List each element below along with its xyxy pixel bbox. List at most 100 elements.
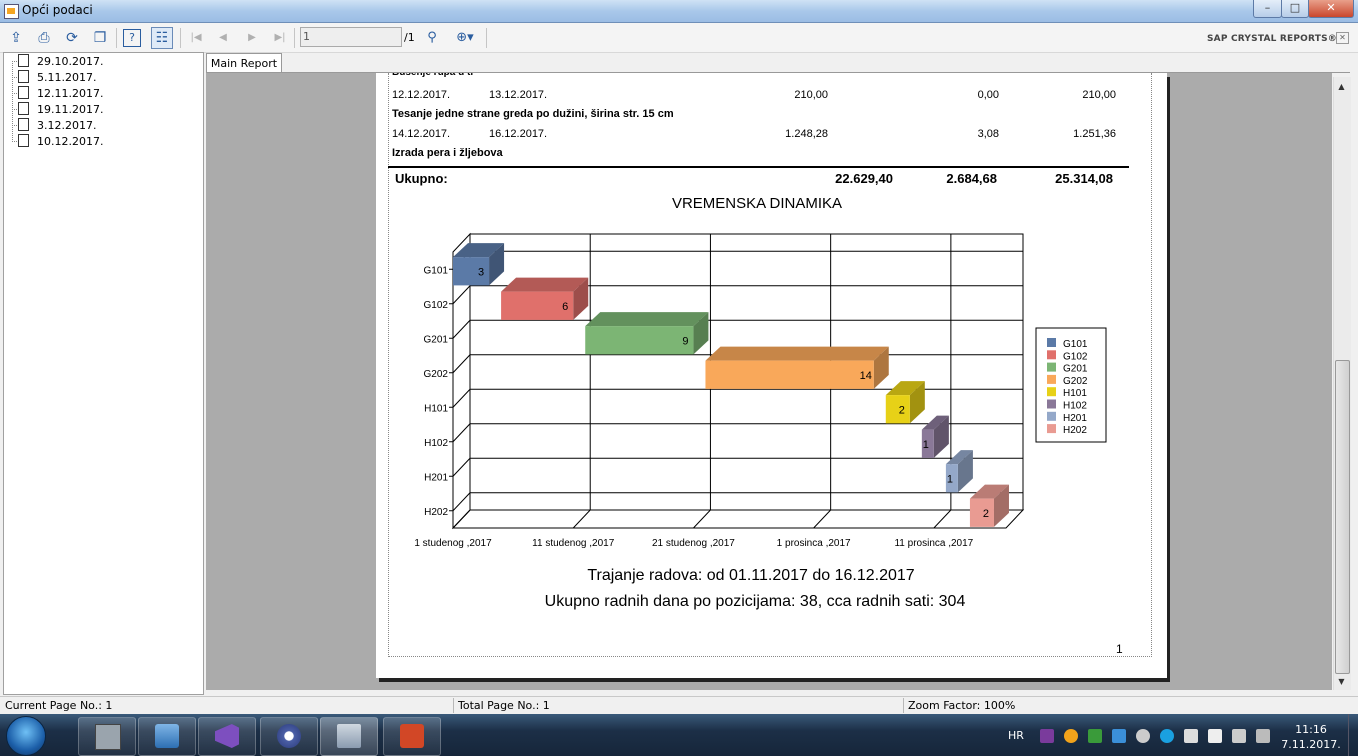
row-value: 1.248,28 bbox=[785, 128, 828, 140]
remote-desktop-icon bbox=[155, 724, 179, 748]
brand-label: SAP CRYSTAL REPORTS® bbox=[1207, 34, 1337, 44]
status-total-page: Total Page No.: 1 bbox=[458, 699, 550, 712]
export-icon[interactable]: ⇪ bbox=[6, 28, 26, 48]
copy-icon[interactable]: ❐ bbox=[90, 28, 110, 48]
chart-floor bbox=[451, 509, 1025, 529]
clock-date: 7.11.2017. bbox=[1281, 738, 1341, 751]
toolbar-separator bbox=[486, 28, 487, 48]
tree-item[interactable]: 5.11.2017. bbox=[18, 70, 96, 85]
page-number-input[interactable]: 1 bbox=[300, 27, 402, 47]
page-number: 1 bbox=[1116, 642, 1123, 656]
row-value: 1.251,36 bbox=[1073, 128, 1116, 140]
tree-item[interactable]: 3.12.2017. bbox=[18, 118, 96, 133]
legend-label: G202 bbox=[1063, 376, 1088, 387]
find-icon[interactable]: ⚲ bbox=[422, 28, 442, 48]
help-icon[interactable]: ? bbox=[123, 29, 141, 47]
onenote-icon[interactable] bbox=[1040, 729, 1054, 743]
network-icon[interactable] bbox=[1184, 729, 1198, 743]
bar-data-label: 6 bbox=[562, 301, 568, 313]
last-page-icon[interactable]: ▶| bbox=[270, 28, 290, 48]
tray-circle-icon[interactable] bbox=[1136, 729, 1150, 743]
legend-label: H202 bbox=[1063, 425, 1087, 436]
y-tick-label: H202 bbox=[424, 507, 448, 518]
tab-main-report[interactable]: Main Report bbox=[206, 53, 282, 73]
taskbar-app-media-center[interactable] bbox=[78, 717, 136, 756]
legend-label: G101 bbox=[1063, 339, 1088, 350]
legend-label: H201 bbox=[1063, 413, 1087, 424]
taskbar-app-installer[interactable] bbox=[320, 717, 378, 756]
legend-swatch bbox=[1047, 350, 1056, 360]
minimize-button[interactable]: – bbox=[1253, 0, 1282, 18]
app-icon[interactable] bbox=[4, 4, 19, 19]
row-description: Tesanje jedne strane greda po dužini, ši… bbox=[392, 108, 674, 120]
tree-item[interactable]: 10.12.2017. bbox=[18, 134, 103, 149]
legend-swatch bbox=[1047, 338, 1056, 347]
footer-workdays: Ukupno radnih dana po pozicijama: 38, cc… bbox=[544, 593, 966, 610]
taskbar-app-visual-studio[interactable] bbox=[198, 717, 256, 756]
scroll-thumb[interactable] bbox=[1335, 360, 1350, 674]
tree-item-label: 19.11.2017. bbox=[37, 103, 104, 116]
title-bar: Opći podaci – □ ✕ bbox=[0, 0, 1358, 23]
row-end-date: 13.12.2017. bbox=[489, 89, 548, 101]
page-total: /1 bbox=[404, 31, 415, 44]
next-page-icon[interactable]: ▶ bbox=[242, 28, 262, 48]
document-icon bbox=[18, 118, 29, 131]
row-start-date: 12.12.2017. bbox=[392, 89, 451, 101]
bar-data-label: 14 bbox=[860, 370, 872, 382]
tree-item[interactable]: 19.11.2017. bbox=[18, 102, 103, 117]
start-button[interactable] bbox=[6, 716, 46, 756]
gantt-chart: VREMENSKA DINAMIKA 1 studenog ,2017 11 st… bbox=[414, 195, 1107, 549]
taskbar-clock[interactable]: 11:16 7.11.2017. bbox=[1276, 722, 1346, 752]
tree-item[interactable]: 12.11.2017. bbox=[18, 86, 103, 101]
report-toolbar: ⇪ ⎙ ⟳ ❐ ? ☷ |◀ ◀ ▶ ▶| ⚲ ⊕▾ bbox=[0, 23, 1358, 53]
taskbar-app-remote-desktop[interactable] bbox=[138, 717, 196, 756]
taskbar-app-powerpoint[interactable] bbox=[383, 717, 441, 756]
tray-green-icon[interactable] bbox=[1088, 729, 1102, 743]
refresh-icon[interactable]: ⟳ bbox=[62, 28, 82, 48]
y-tick-label: G101 bbox=[424, 265, 449, 276]
tray-orange-icon[interactable] bbox=[1064, 729, 1078, 743]
y-tick-label: H101 bbox=[424, 403, 448, 414]
language-indicator[interactable]: HR bbox=[1008, 729, 1024, 742]
bar-data-label: 1 bbox=[947, 473, 953, 485]
prev-page-icon[interactable]: ◀ bbox=[213, 28, 233, 48]
taskbar-app-bittorrent[interactable] bbox=[260, 717, 318, 756]
toolbar-separator bbox=[116, 28, 117, 48]
first-page-icon[interactable]: |◀ bbox=[186, 28, 206, 48]
x-tick-label: 1 studenog ,2017 bbox=[414, 538, 492, 549]
y-tick-label: G202 bbox=[424, 369, 449, 380]
row-value: 0,00 bbox=[977, 89, 999, 101]
print-icon[interactable]: ⎙ bbox=[34, 28, 54, 48]
skype-icon[interactable] bbox=[1160, 729, 1174, 743]
row-value: 210,00 bbox=[794, 89, 828, 101]
close-button[interactable]: ✕ bbox=[1308, 0, 1354, 18]
tree-item-label: 5.11.2017. bbox=[37, 71, 97, 84]
document-icon bbox=[18, 86, 29, 99]
scroll-up-arrow[interactable]: ▲ bbox=[1335, 80, 1348, 93]
scroll-down-arrow[interactable]: ▼ bbox=[1335, 675, 1348, 688]
visual-studio-icon bbox=[215, 724, 239, 748]
total-value: 22.629,40 bbox=[835, 171, 893, 186]
close-view-button[interactable]: ✕ bbox=[1336, 32, 1349, 44]
x-tick-label: 1 prosinca ,2017 bbox=[777, 538, 851, 549]
legend-swatch bbox=[1047, 374, 1056, 384]
power-icon[interactable] bbox=[1256, 729, 1270, 743]
zoom-icon[interactable]: ⊕▾ bbox=[450, 28, 480, 48]
status-zoom: Zoom Factor: 100% bbox=[908, 699, 1016, 712]
legend-swatch bbox=[1047, 387, 1056, 397]
tree-item[interactable]: 29.10.2017. bbox=[18, 54, 103, 69]
y-tick-label: G201 bbox=[424, 334, 449, 345]
x-tick-label: 11 prosinca ,2017 bbox=[894, 538, 973, 549]
tree-line bbox=[12, 61, 13, 141]
show-desktop-button[interactable] bbox=[1348, 714, 1358, 756]
bar-top bbox=[585, 312, 709, 327]
bar-g201 bbox=[585, 326, 694, 355]
volume-icon[interactable] bbox=[1232, 729, 1246, 743]
bar-data-label: 9 bbox=[682, 335, 688, 347]
document-icon bbox=[18, 102, 29, 115]
dropbox-icon[interactable] bbox=[1112, 729, 1126, 743]
action-center-flag-icon[interactable] bbox=[1208, 729, 1222, 743]
status-separator bbox=[453, 698, 454, 713]
maximize-button[interactable]: □ bbox=[1281, 0, 1309, 18]
group-tree-icon[interactable]: ☷ bbox=[151, 27, 173, 49]
